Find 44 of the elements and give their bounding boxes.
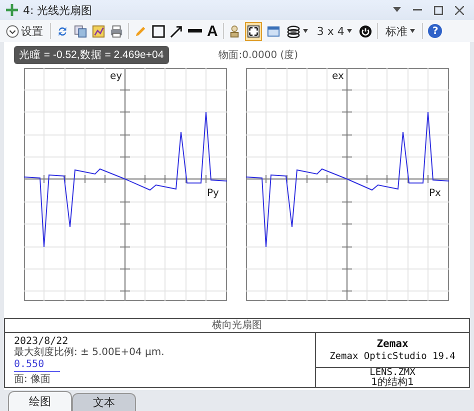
power-icon[interactable] [359, 24, 372, 38]
print-icon[interactable] [110, 24, 123, 38]
refresh-icon[interactable] [56, 24, 69, 38]
chevron-down-icon [6, 24, 19, 38]
caret-icon [347, 29, 352, 33]
axis-label: ex [332, 71, 344, 82]
plot-title: 横向光扇图 [212, 320, 262, 330]
date-text: 2023/8/22 [14, 336, 70, 347]
caret-icon [302, 29, 308, 33]
company-name: Zemax [376, 338, 408, 351]
window-icon[interactable] [266, 24, 280, 38]
tab[interactable]: 绘图 [8, 391, 72, 411]
product-name: Zemax OpticStudio 19.4 [330, 350, 456, 362]
app-icon [6, 4, 18, 16]
tab[interactable]: 文本 [72, 393, 136, 411]
caret-icon [410, 29, 416, 33]
file-name: LENS.ZMX [370, 368, 416, 378]
dropdown-icon[interactable] [393, 7, 401, 13]
field-label: 物面:0.0000 (度) [218, 48, 298, 62]
standard-button[interactable]: 标准 [383, 22, 418, 40]
wavelength-legend: 0.550 [14, 358, 60, 372]
text-tool[interactable]: A [207, 24, 218, 38]
rectangle-icon[interactable] [152, 24, 165, 38]
fit-button[interactable] [244, 22, 262, 40]
stamp-icon[interactable] [228, 24, 240, 38]
axis-label: ey [110, 71, 122, 82]
settings-button[interactable]: 设置 [4, 22, 45, 40]
copy-icon[interactable] [74, 24, 87, 38]
minimize-icon[interactable] [413, 9, 422, 11]
config-text: 1的结构1 [371, 378, 414, 388]
maximize-icon[interactable] [434, 6, 443, 14]
fit-icon [246, 24, 260, 38]
window-title: 4: 光线光扇图 [23, 2, 92, 18]
help-button[interactable]: ? [428, 24, 442, 38]
close-icon[interactable] [455, 6, 464, 14]
tooltip: 光瞳 = -0.52,数据 = 2.469e+04 [14, 46, 169, 64]
surface-text: 面: 像面 [14, 374, 52, 385]
chart-export-icon[interactable] [92, 24, 105, 38]
scale-text: 最大刻度比例: ± 5.00E+04 μm. [14, 346, 166, 358]
axis-label: Py [207, 188, 219, 199]
axis-label: Px [429, 188, 441, 199]
arrow-icon[interactable] [170, 24, 183, 38]
layout-button[interactable]: 3 x 4 [314, 22, 354, 40]
layers-icon [286, 24, 300, 38]
